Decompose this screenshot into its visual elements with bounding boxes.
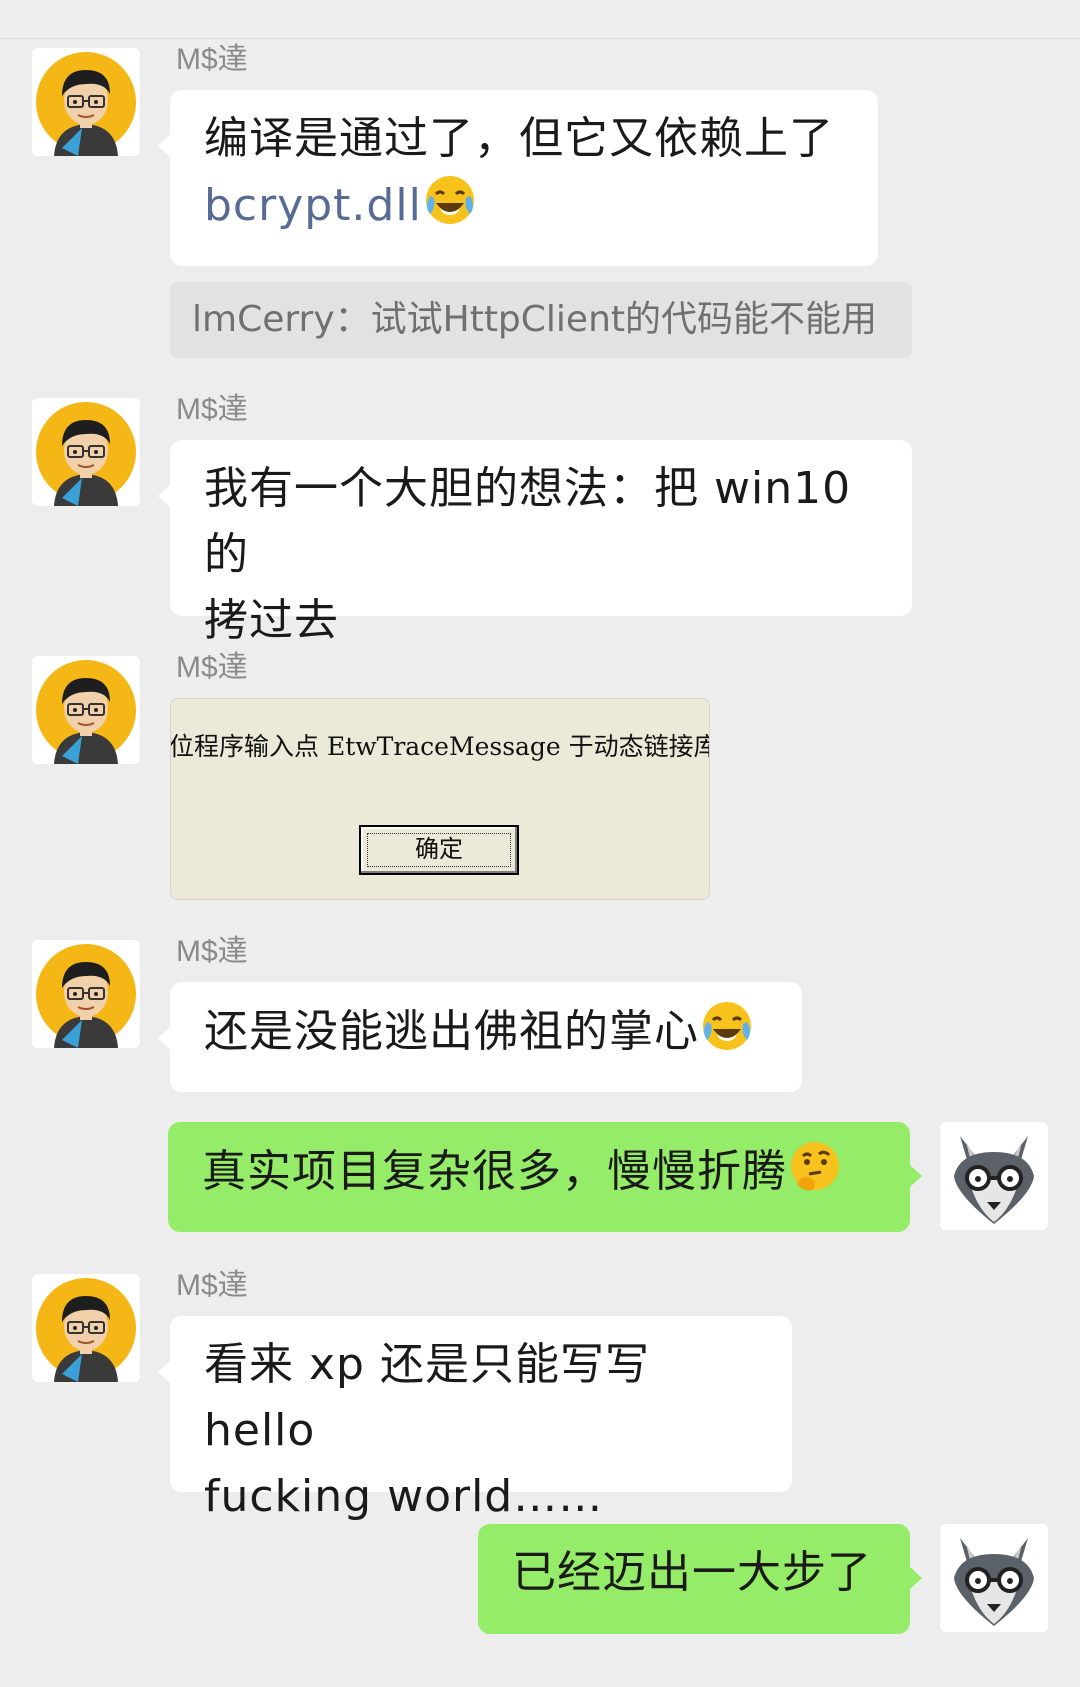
sender-name: M$達 bbox=[176, 43, 248, 76]
wolf-avatar-icon bbox=[940, 1122, 1048, 1230]
thinking-face-icon bbox=[787, 1138, 843, 1194]
message-text: 还是没能逃出佛祖的掌心 bbox=[204, 1006, 699, 1057]
sender-name: M$達 bbox=[176, 935, 248, 968]
sender-avatar[interactable] bbox=[32, 656, 140, 764]
sender-name: M$達 bbox=[176, 651, 248, 684]
dialog-error-text: 位程序输入点 EtwTraceMessage 于动态链接库 r bbox=[170, 732, 710, 761]
face-with-tears-of-joy-icon bbox=[699, 998, 755, 1054]
message-bubble-self[interactable]: 真实项目复杂很多，慢慢折腾 bbox=[168, 1122, 922, 1232]
sender-avatar[interactable] bbox=[32, 940, 140, 1048]
cartoon-face-icon bbox=[32, 48, 140, 156]
my-avatar[interactable] bbox=[940, 1524, 1048, 1632]
message-bubble[interactable]: 我有一个大胆的想法：把 win10 的 拷过去 bbox=[158, 440, 912, 646]
message-bubble[interactable]: 看来 xp 还是只能写写 hello fucking world…… bbox=[158, 1316, 792, 1522]
sender-name: M$達 bbox=[176, 393, 248, 426]
cartoon-face-icon bbox=[32, 940, 140, 1048]
quoted-reply[interactable]: lmCerry：试试HttpClient的代码能不能用 bbox=[170, 282, 912, 358]
dialog-ok-button: 确定 bbox=[359, 825, 519, 875]
top-divider bbox=[0, 38, 1080, 39]
message-text: 我有一个大胆的想法：把 win10 的 bbox=[204, 463, 852, 580]
cartoon-face-icon bbox=[32, 398, 140, 506]
sender-name: M$達 bbox=[176, 1269, 248, 1302]
message-bubble[interactable]: 还是没能逃出佛祖的掌心 bbox=[158, 982, 802, 1092]
sender-avatar[interactable] bbox=[32, 1274, 140, 1382]
message-text: 已经迈出一大步了 bbox=[512, 1547, 872, 1598]
face-with-tears-of-joy-icon bbox=[422, 172, 478, 228]
message-bubble-self[interactable]: 已经迈出一大步了 bbox=[478, 1524, 922, 1634]
wolf-avatar-icon bbox=[940, 1524, 1048, 1632]
message-text: 看来 xp 还是只能写写 hello bbox=[204, 1339, 650, 1456]
message-text: 真实项目复杂很多，慢慢折腾 bbox=[202, 1146, 787, 1197]
message-text: fucking world…… bbox=[204, 1471, 604, 1522]
message-text: 拷过去 bbox=[204, 595, 339, 646]
message-text: 编译是通过了，但它又依赖上了 bbox=[204, 113, 834, 164]
sender-avatar[interactable] bbox=[32, 48, 140, 156]
message-bubble[interactable]: 编译是通过了，但它又依赖上了 bcrypt.dll bbox=[158, 90, 878, 266]
cartoon-face-icon bbox=[32, 656, 140, 764]
error-dialog-screenshot[interactable]: 位程序输入点 EtwTraceMessage 于动态链接库 r 确定 bbox=[170, 698, 710, 900]
my-avatar[interactable] bbox=[940, 1122, 1048, 1230]
cartoon-face-icon bbox=[32, 1274, 140, 1382]
dll-link[interactable]: bcrypt.dll bbox=[204, 180, 422, 231]
sender-avatar[interactable] bbox=[32, 398, 140, 506]
